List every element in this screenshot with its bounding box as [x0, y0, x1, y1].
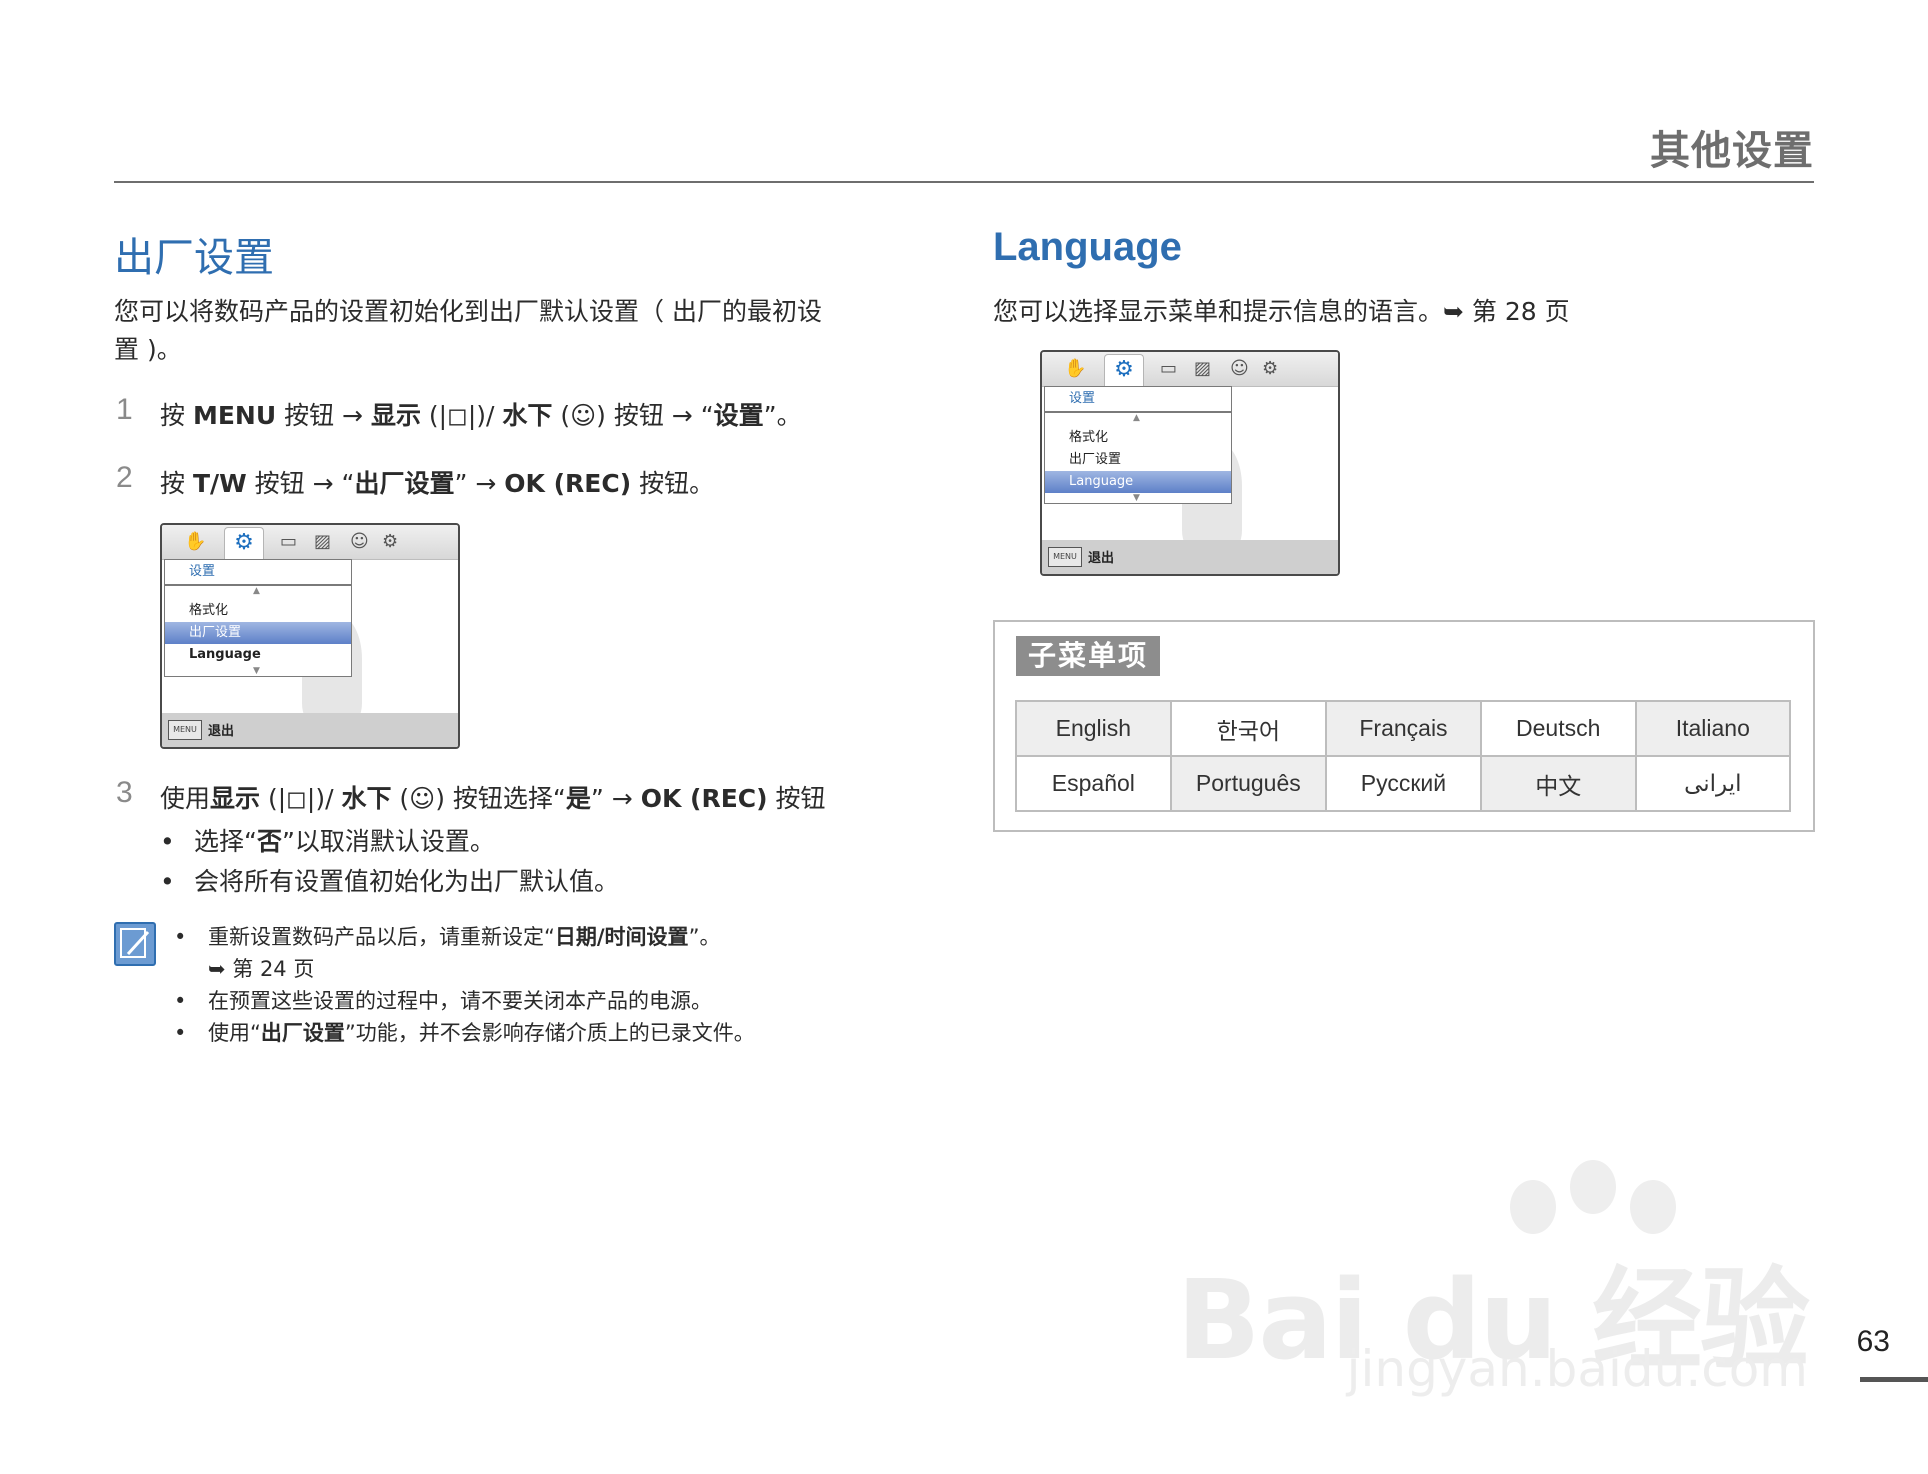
watermark-url: jingyan.baidu.com [1346, 1340, 1808, 1398]
exit-label: 退出 [1088, 551, 1115, 566]
menu-item-factory-reset[interactable]: 出厂设置 [1045, 449, 1231, 471]
bullet-initialize: • 会将所有设置值初始化为出厂默认值。 [160, 867, 620, 896]
note-2: • 在预置这些设置的过程中，请不要关闭本产品的电源。 [174, 985, 712, 1017]
page-number: 63 [1856, 1325, 1890, 1358]
scroll-up-icon: ▲ [1133, 413, 1140, 423]
menu-list: ▲ 格式化 出厂设置 Language ▼ [1044, 412, 1232, 504]
underwater-icon: ☺ [350, 531, 369, 552]
lang-french[interactable]: Français [1325, 700, 1482, 757]
menu-tab-bar: ✋ ⚙ ▭ ▨ ☺ ⚙ [162, 525, 458, 560]
display-icon: ▭ [1160, 358, 1178, 379]
header-divider [114, 181, 1814, 183]
scroll-up-icon: ▲ [253, 586, 260, 596]
display-icon: ▭ [280, 531, 298, 552]
screen-footer: MENU 退出 [162, 713, 458, 747]
hand-icon: ✋ [1064, 358, 1087, 379]
page-header-title: 其他设置 [1650, 128, 1814, 174]
note-3: • 使用“出厂设置”功能，并不会影响存储介质上的已录文件。 [174, 1017, 755, 1049]
step-1-number: 1 [116, 393, 133, 426]
step-3-number: 3 [116, 776, 133, 809]
hand-icon: ✋ [184, 531, 207, 552]
image-icon: ▨ [1194, 358, 1212, 379]
scroll-down-icon: ▼ [253, 666, 260, 676]
language-table: English 한국어 Français Deutsch Italiano Es… [1015, 700, 1792, 812]
bullet-dot: • [160, 827, 175, 856]
settings-icon: ⚙ [1262, 358, 1279, 379]
camera-screen-factory-reset: ✋ ⚙ ▭ ▨ ☺ ⚙ 设置 ▲ 格式化 出厂设置 Language ▼ MEN… [160, 523, 460, 749]
lang-chinese[interactable]: 中文 [1479, 755, 1637, 812]
paw-toe-icon [1570, 1160, 1616, 1214]
screen-footer: MENU 退出 [1042, 540, 1338, 574]
exit-label: 退出 [208, 724, 235, 739]
menu-item-language[interactable]: Language [1045, 471, 1231, 493]
step-1-text: 按 MENU 按钮 → 显示 (|◻|)/ 水下 (☺) 按钮 → “设置”。 [160, 401, 802, 430]
lang-portuguese[interactable]: Português [1169, 755, 1328, 812]
menu-button-badge[interactable]: MENU [1048, 547, 1082, 567]
lang-spanish[interactable]: Español [1015, 755, 1172, 812]
bullet-dot: • [160, 867, 175, 896]
language-intro: 您可以选择显示菜单和提示信息的语言。➥ 第 28 页 [993, 297, 1570, 326]
bullet-dot: • [174, 925, 187, 949]
menu-item-language[interactable]: Language [165, 644, 351, 666]
gear-icon: ⚙ [224, 527, 264, 560]
note-1-page-ref[interactable]: ➥ 第 24 页 [208, 953, 314, 985]
lang-italian[interactable]: Italiano [1634, 700, 1792, 757]
camera-screen-language: ✋ ⚙ ▭ ▨ ☺ ⚙ 设置 ▲ 格式化 出厂设置 Language ▼ MEN… [1040, 350, 1340, 576]
scroll-down-icon: ▼ [1133, 493, 1140, 503]
step-2-number: 2 [116, 461, 133, 494]
underwater-icon: ☺ [1230, 358, 1249, 379]
menu-item-factory-reset[interactable]: 出厂设置 [165, 622, 351, 644]
paw-toe-icon [1510, 1180, 1556, 1234]
menu-title: 设置 [1044, 386, 1232, 412]
step-3-text: 使用显示 (|◻|)/ 水下 (☺) 按钮选择“是” → OK (REC) 按钮 [160, 784, 826, 813]
table-row: Español Português Русский 中文 ایرانی [1015, 755, 1792, 812]
factory-reset-intro-line1: 您可以将数码产品的设置初始化到出厂默认设置（ 出厂的最初设 [114, 297, 822, 326]
menu-item-format[interactable]: 格式化 [165, 600, 351, 622]
section-title-factory-reset: 出厂设置 [114, 235, 274, 281]
menu-button-badge[interactable]: MENU [168, 720, 202, 740]
lang-english[interactable]: English [1015, 700, 1172, 757]
lang-korean[interactable]: 한국어 [1169, 700, 1328, 757]
bullet-cancel: • 选择“否”以取消默认设置。 [160, 827, 495, 856]
gear-icon: ⚙ [1104, 354, 1144, 387]
note-icon [114, 922, 156, 966]
section-title-language: Language [993, 225, 1182, 269]
lang-persian[interactable]: ایرانی [1634, 755, 1792, 812]
submenu-label: 子菜单项 [1016, 636, 1161, 676]
lang-russian[interactable]: Русский [1325, 755, 1482, 812]
note-1: • 重新设置数码产品以后，请重新设定“日期/时间设置”。 [174, 921, 720, 953]
menu-tab-bar: ✋ ⚙ ▭ ▨ ☺ ⚙ [1042, 352, 1338, 387]
lang-german[interactable]: Deutsch [1479, 700, 1637, 757]
paw-toe-icon [1630, 1180, 1676, 1234]
menu-title: 设置 [164, 559, 352, 585]
menu-item-format[interactable]: 格式化 [1045, 427, 1231, 449]
step-2-text: 按 T/W 按钮 → “出厂设置” → OK (REC) 按钮。 [160, 469, 715, 498]
menu-list: ▲ 格式化 出厂设置 Language ▼ [164, 585, 352, 677]
page-number-bar [1860, 1377, 1928, 1382]
bullet-dot: • [174, 1021, 187, 1045]
settings-icon: ⚙ [382, 531, 399, 552]
image-icon: ▨ [314, 531, 332, 552]
factory-reset-intro-line2: 置 )。 [114, 335, 182, 364]
table-row: English 한국어 Français Deutsch Italiano [1015, 700, 1792, 757]
bullet-dot: • [174, 989, 187, 1013]
